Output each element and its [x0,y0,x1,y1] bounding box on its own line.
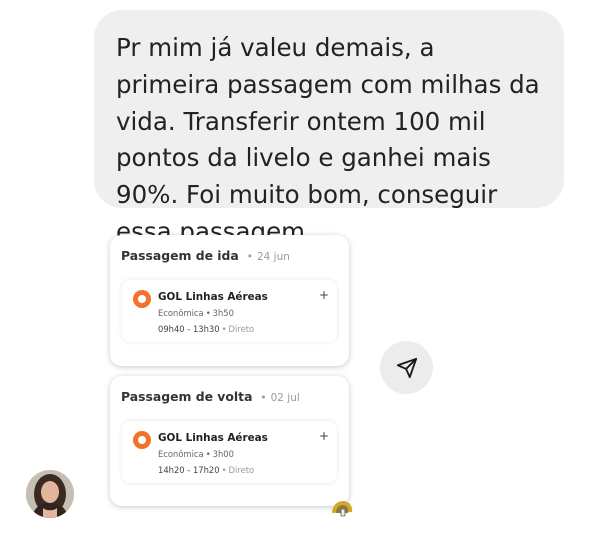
flight-schedule: 14h20 - 17h20 [158,465,220,475]
card-date: 02 jul [260,392,299,404]
separator [204,449,213,459]
message-text: Pr mim já valeu demais, a primeira passa… [116,33,540,246]
gol-logo-icon [133,290,151,308]
cabin-class: Econômica [158,308,204,318]
flight-times: 09h40 - 13h30 Direto [158,324,254,334]
reaction-sticker[interactable] [330,499,354,517]
card-title: Passagem de volta [121,389,253,404]
separator [204,308,213,318]
flight-stops: Direto [228,465,255,475]
flight-card-return[interactable]: Passagem de volta 02 jul GOL Linhas Aére… [110,376,349,506]
plus-icon[interactable]: + [319,429,329,443]
send-icon [396,357,417,378]
separator [220,465,229,475]
flight-duration: 3h50 [212,308,234,318]
flight-cabin: Econômica 3h50 [158,308,234,318]
airline-name: GOL Linhas Aéreas [158,291,268,303]
plus-icon[interactable]: + [319,288,329,302]
card-date: 24 jun [247,251,290,263]
avatar-photo [26,470,74,518]
flight-segment[interactable]: GOL Linhas Aéreas + Econômica 3h50 09h40 … [122,280,337,342]
separator [220,324,229,334]
airline-name: GOL Linhas Aéreas [158,432,268,444]
flight-segment[interactable]: GOL Linhas Aéreas + Econômica 3h00 14h20 … [122,421,337,483]
share-button[interactable] [380,341,433,394]
flight-card-outbound[interactable]: Passagem de ida 24 jun GOL Linhas Aéreas… [110,235,349,366]
gol-logo-icon [133,431,151,449]
flight-schedule: 09h40 - 13h30 [158,324,220,334]
avatar[interactable] [26,470,74,518]
flight-times: 14h20 - 17h20 Direto [158,465,254,475]
card-title: Passagem de ida [121,248,239,263]
cabin-class: Econômica [158,449,204,459]
flight-cabin: Econômica 3h00 [158,449,234,459]
reaction-sticker-icon [332,501,353,517]
card-header: Passagem de volta 02 jul [121,389,300,404]
card-header: Passagem de ida 24 jun [121,248,290,263]
message-bubble[interactable]: Pr mim já valeu demais, a primeira passa… [94,10,564,246]
flight-duration: 3h00 [212,449,234,459]
flight-stops: Direto [228,324,255,334]
